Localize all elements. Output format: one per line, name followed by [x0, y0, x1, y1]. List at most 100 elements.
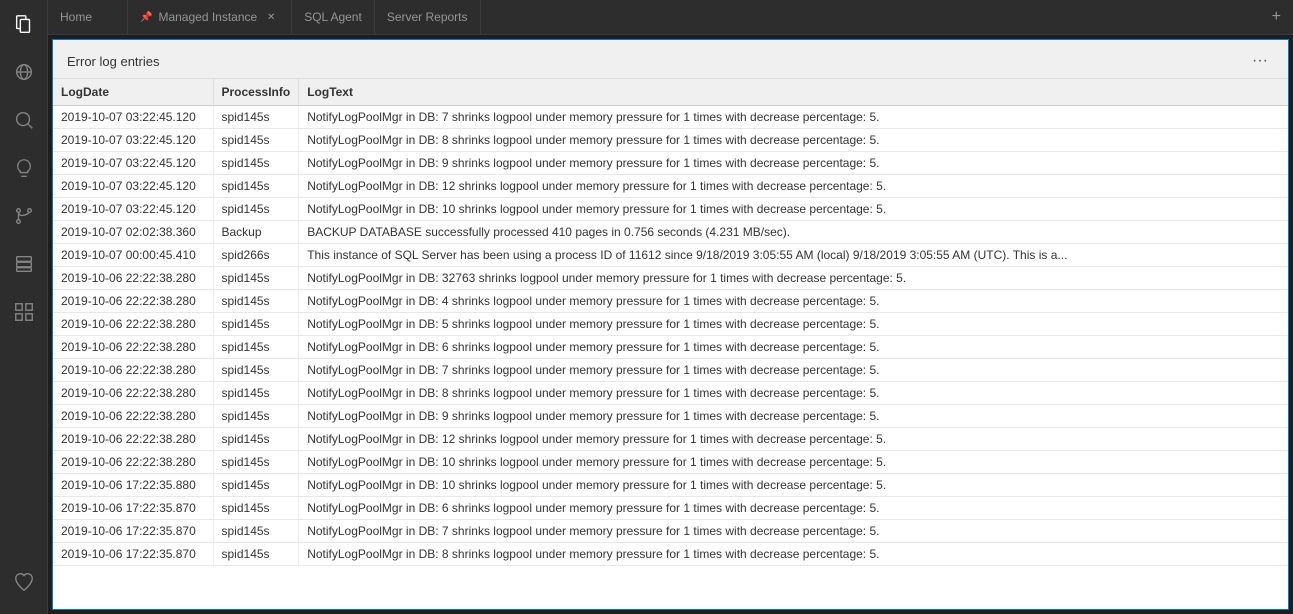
content-panel: Error log entries ··· LogDate ProcessInf…: [52, 39, 1289, 610]
table-row[interactable]: 2019-10-06 22:22:38.280spid145sNotifyLog…: [53, 290, 1288, 313]
panel-header: Error log entries ···: [53, 40, 1288, 79]
table-cell-14-1: spid145s: [213, 428, 299, 451]
table-cell-15-1: spid145s: [213, 451, 299, 474]
panel-title: Error log entries: [67, 54, 159, 69]
table-cell-5-1: Backup: [213, 221, 299, 244]
table-cell-6-1: spid266s: [213, 244, 299, 267]
table-cell-9-1: spid145s: [213, 313, 299, 336]
tab-sql-agent-label: SQL Agent: [304, 10, 362, 24]
table-cell-0-2: NotifyLogPoolMgr in DB: 7 shrinks logpoo…: [299, 106, 1288, 129]
tab-managed-instance[interactable]: 📌 Managed Instance ✕: [128, 0, 292, 34]
tab-sql-agent[interactable]: SQL Agent: [292, 0, 375, 34]
pin-icon: 📌: [140, 12, 152, 23]
table-row[interactable]: 2019-10-06 17:22:35.870spid145sNotifyLog…: [53, 543, 1288, 566]
tab-home[interactable]: Home: [48, 0, 128, 34]
globe-icon[interactable]: [0, 48, 48, 96]
main-area: Home 📌 Managed Instance ✕ SQL Agent Serv…: [48, 0, 1293, 614]
col-processinfo: ProcessInfo: [213, 79, 299, 106]
table-row[interactable]: 2019-10-06 22:22:38.280spid145sNotifyLog…: [53, 359, 1288, 382]
files-icon[interactable]: [0, 0, 48, 48]
table-row[interactable]: 2019-10-06 17:22:35.880spid145sNotifyLog…: [53, 474, 1288, 497]
sidebar: [0, 0, 48, 614]
tab-bar: Home 📌 Managed Instance ✕ SQL Agent Serv…: [48, 0, 1293, 35]
grid-icon[interactable]: [0, 288, 48, 336]
table-cell-14-0: 2019-10-06 22:22:38.280: [53, 428, 213, 451]
table-cell-5-2: BACKUP DATABASE successfully processed 4…: [299, 221, 1288, 244]
table-cell-12-2: NotifyLogPoolMgr in DB: 8 shrinks logpoo…: [299, 382, 1288, 405]
table-cell-2-0: 2019-10-07 03:22:45.120: [53, 152, 213, 175]
table-cell-12-0: 2019-10-06 22:22:38.280: [53, 382, 213, 405]
table-cell-9-0: 2019-10-06 22:22:38.280: [53, 313, 213, 336]
add-tab-button[interactable]: +: [1260, 0, 1293, 34]
table-cell-11-1: spid145s: [213, 359, 299, 382]
table-cell-8-2: NotifyLogPoolMgr in DB: 4 shrinks logpoo…: [299, 290, 1288, 313]
table-cell-3-0: 2019-10-07 03:22:45.120: [53, 175, 213, 198]
table-cell-16-0: 2019-10-06 17:22:35.880: [53, 474, 213, 497]
table-cell-19-2: NotifyLogPoolMgr in DB: 8 shrinks logpoo…: [299, 543, 1288, 566]
table-cell-9-2: NotifyLogPoolMgr in DB: 5 shrinks logpoo…: [299, 313, 1288, 336]
table-row[interactable]: 2019-10-06 22:22:38.280spid145sNotifyLog…: [53, 405, 1288, 428]
table-cell-11-2: NotifyLogPoolMgr in DB: 7 shrinks logpoo…: [299, 359, 1288, 382]
table-row[interactable]: 2019-10-07 02:02:38.360BackupBACKUP DATA…: [53, 221, 1288, 244]
lightbulb-icon[interactable]: [0, 144, 48, 192]
table-cell-4-1: spid145s: [213, 198, 299, 221]
table-row[interactable]: 2019-10-07 03:22:45.120spid145sNotifyLog…: [53, 198, 1288, 221]
table-cell-10-0: 2019-10-06 22:22:38.280: [53, 336, 213, 359]
table-row[interactable]: 2019-10-06 22:22:38.280spid145sNotifyLog…: [53, 267, 1288, 290]
table-row[interactable]: 2019-10-07 03:22:45.120spid145sNotifyLog…: [53, 175, 1288, 198]
table-cell-6-0: 2019-10-07 00:00:45.410: [53, 244, 213, 267]
table-cell-16-2: NotifyLogPoolMgr in DB: 10 shrinks logpo…: [299, 474, 1288, 497]
table-row[interactable]: 2019-10-06 17:22:35.870spid145sNotifyLog…: [53, 497, 1288, 520]
table-row[interactable]: 2019-10-07 03:22:45.120spid145sNotifyLog…: [53, 152, 1288, 175]
table-cell-7-1: spid145s: [213, 267, 299, 290]
table-cell-10-2: NotifyLogPoolMgr in DB: 6 shrinks logpoo…: [299, 336, 1288, 359]
table-cell-17-2: NotifyLogPoolMgr in DB: 6 shrinks logpoo…: [299, 497, 1288, 520]
table-row[interactable]: 2019-10-07 03:22:45.120spid145sNotifyLog…: [53, 106, 1288, 129]
table-cell-13-1: spid145s: [213, 405, 299, 428]
error-log-table: LogDate ProcessInfo LogText 2019-10-07 0…: [53, 79, 1288, 566]
table-cell-5-0: 2019-10-07 02:02:38.360: [53, 221, 213, 244]
search-icon[interactable]: [0, 96, 48, 144]
col-logdate: LogDate: [53, 79, 213, 106]
table-header-row: LogDate ProcessInfo LogText: [53, 79, 1288, 106]
table-cell-15-0: 2019-10-06 22:22:38.280: [53, 451, 213, 474]
table-cell-7-2: NotifyLogPoolMgr in DB: 32763 shrinks lo…: [299, 267, 1288, 290]
table-cell-18-0: 2019-10-06 17:22:35.870: [53, 520, 213, 543]
table-row[interactable]: 2019-10-06 17:22:35.870spid145sNotifyLog…: [53, 520, 1288, 543]
table-cell-3-1: spid145s: [213, 175, 299, 198]
git-icon[interactable]: [0, 192, 48, 240]
table-row[interactable]: 2019-10-07 03:22:45.120spid145sNotifyLog…: [53, 129, 1288, 152]
tab-managed-instance-close[interactable]: ✕: [263, 9, 279, 25]
tab-server-reports[interactable]: Server Reports: [375, 0, 481, 34]
heart-icon[interactable]: [0, 558, 48, 606]
table-cell-11-0: 2019-10-06 22:22:38.280: [53, 359, 213, 382]
table-cell-7-0: 2019-10-06 22:22:38.280: [53, 267, 213, 290]
table-cell-0-1: spid145s: [213, 106, 299, 129]
table-row[interactable]: 2019-10-06 22:22:38.280spid145sNotifyLog…: [53, 382, 1288, 405]
table-cell-1-0: 2019-10-07 03:22:45.120: [53, 129, 213, 152]
table-wrapper[interactable]: LogDate ProcessInfo LogText 2019-10-07 0…: [53, 79, 1288, 609]
table-cell-13-2: NotifyLogPoolMgr in DB: 9 shrinks logpoo…: [299, 405, 1288, 428]
table-cell-4-2: NotifyLogPoolMgr in DB: 10 shrinks logpo…: [299, 198, 1288, 221]
table-cell-4-0: 2019-10-07 03:22:45.120: [53, 198, 213, 221]
table-cell-10-1: spid145s: [213, 336, 299, 359]
col-logtext: LogText: [299, 79, 1288, 106]
tab-home-label: Home: [60, 10, 92, 24]
table-cell-2-2: NotifyLogPoolMgr in DB: 9 shrinks logpoo…: [299, 152, 1288, 175]
table-row[interactable]: 2019-10-06 22:22:38.280spid145sNotifyLog…: [53, 428, 1288, 451]
table-cell-19-1: spid145s: [213, 543, 299, 566]
table-cell-6-2: This instance of SQL Server has been usi…: [299, 244, 1288, 267]
table-row[interactable]: 2019-10-06 22:22:38.280spid145sNotifyLog…: [53, 336, 1288, 359]
table-cell-17-1: spid145s: [213, 497, 299, 520]
table-cell-0-0: 2019-10-07 03:22:45.120: [53, 106, 213, 129]
table-cell-15-2: NotifyLogPoolMgr in DB: 10 shrinks logpo…: [299, 451, 1288, 474]
table-cell-8-1: spid145s: [213, 290, 299, 313]
table-cell-3-2: NotifyLogPoolMgr in DB: 12 shrinks logpo…: [299, 175, 1288, 198]
table-row[interactable]: 2019-10-07 00:00:45.410spid266sThis inst…: [53, 244, 1288, 267]
table-row[interactable]: 2019-10-06 22:22:38.280spid145sNotifyLog…: [53, 451, 1288, 474]
table-row[interactable]: 2019-10-06 22:22:38.280spid145sNotifyLog…: [53, 313, 1288, 336]
table-cell-1-2: NotifyLogPoolMgr in DB: 8 shrinks logpoo…: [299, 129, 1288, 152]
panel-menu-button[interactable]: ···: [1246, 50, 1274, 72]
table-cell-14-2: NotifyLogPoolMgr in DB: 12 shrinks logpo…: [299, 428, 1288, 451]
database-icon[interactable]: [0, 240, 48, 288]
